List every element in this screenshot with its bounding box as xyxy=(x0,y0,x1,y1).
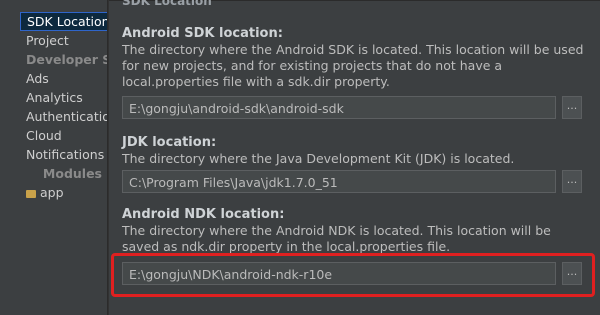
sdk-location-description: The directory where the Android SDK is l… xyxy=(122,42,584,89)
panel-title: SDK Location xyxy=(122,0,212,8)
sidebar-item-cloud[interactable]: Cloud xyxy=(20,126,108,145)
jdk-path-row: C:\Program Files\Java\jdk1.7.0_51 ... xyxy=(122,170,582,195)
sidebar-item-app-module[interactable]: app xyxy=(20,183,108,202)
sdk-path-input[interactable]: E:\gongju\android-sdk\android-sdk xyxy=(122,96,556,119)
ndk-section: Android NDK location: The directory wher… xyxy=(122,207,584,255)
jdk-section: JDK location: The directory where the Ja… xyxy=(122,135,584,167)
ndk-location-heading: Android NDK location: xyxy=(122,207,285,222)
settings-sidebar: SDK Location Project Developer Ser Ads A… xyxy=(0,0,109,315)
sidebar-item-authentication[interactable]: Authenticatior xyxy=(20,107,108,126)
ndk-highlight-annotation xyxy=(111,253,595,297)
sidebar-item-analytics[interactable]: Analytics xyxy=(20,88,108,107)
sidebar-item-project[interactable]: Project xyxy=(20,31,108,50)
sidebar-item-sdk-location[interactable]: SDK Location xyxy=(20,12,108,31)
sidebar-item-notifications[interactable]: Notifications xyxy=(20,145,108,164)
sidebar-group-developer-services: Developer Ser xyxy=(26,52,108,67)
sidebar-group-modules: Modules xyxy=(42,166,102,181)
sdk-location-heading: Android SDK location: xyxy=(122,26,283,41)
jdk-browse-button[interactable]: ... xyxy=(562,170,582,193)
jdk-location-description: The directory where the Java Development… xyxy=(122,151,515,166)
jdk-path-input[interactable]: C:\Program Files\Java\jdk1.7.0_51 xyxy=(122,170,556,193)
sdk-path-row: E:\gongju\android-sdk\android-sdk ... xyxy=(122,96,582,121)
sidebar-item-ads[interactable]: Ads xyxy=(20,69,108,88)
sidebar-nav: SDK Location Project Developer Ser Ads A… xyxy=(20,12,108,202)
sdk-browse-button[interactable]: ... xyxy=(562,96,582,119)
module-folder-icon xyxy=(26,189,36,198)
sidebar-edge xyxy=(0,0,20,315)
ndk-location-description: The directory where the Android NDK is l… xyxy=(122,223,551,254)
module-label: app xyxy=(40,185,64,200)
sdk-section: Android SDK location: The directory wher… xyxy=(122,26,584,90)
jdk-location-heading: JDK location: xyxy=(122,135,217,150)
